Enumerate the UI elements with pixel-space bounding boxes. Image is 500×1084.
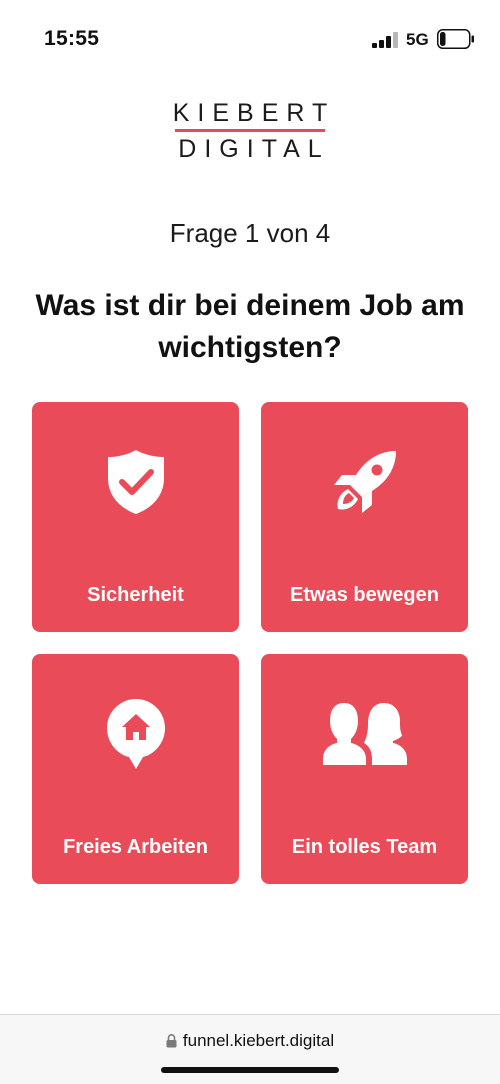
network-type: 5G bbox=[406, 30, 429, 49]
url-display[interactable]: funnel.kiebert.digital bbox=[0, 1031, 500, 1051]
logo-text-bottom: DIGITAL bbox=[178, 135, 330, 163]
lock-icon bbox=[166, 1034, 177, 1048]
option-label: Ein tolles Team bbox=[291, 836, 438, 858]
home-indicator[interactable] bbox=[161, 1067, 339, 1073]
kiebert-digital-logo: KIEBERT DIGITAL bbox=[0, 100, 500, 162]
shield-check-icon bbox=[32, 442, 239, 522]
option-card-freies-arbeiten[interactable]: Freies Arbeiten bbox=[32, 654, 239, 884]
answer-options-grid: Sicherheit Etwas bewegen Freies Arbeiten bbox=[32, 402, 468, 884]
signal-strength-icon bbox=[372, 32, 398, 48]
logo-text-top: KIEBERT bbox=[172, 99, 336, 127]
option-card-ein-tolles-team[interactable]: Ein tolles Team bbox=[261, 654, 468, 884]
option-label: Sicherheit bbox=[87, 584, 184, 606]
question-progress: Frage 1 von 4 bbox=[169, 218, 331, 248]
url-text: funnel.kiebert.digital bbox=[182, 1031, 335, 1050]
people-icon bbox=[261, 694, 468, 774]
browser-address-bar[interactable]: funnel.kiebert.digital bbox=[0, 1014, 500, 1084]
option-card-sicherheit[interactable]: Sicherheit bbox=[32, 402, 239, 632]
status-bar: 15:55 5G bbox=[0, 0, 500, 80]
logo-underline bbox=[175, 129, 325, 132]
battery-icon bbox=[437, 29, 474, 49]
option-label: Etwas bewegen bbox=[290, 584, 439, 606]
home-pin-icon bbox=[32, 694, 239, 774]
status-time: 15:55 bbox=[44, 27, 100, 50]
option-label: Freies Arbeiten bbox=[63, 836, 208, 858]
rocket-icon bbox=[261, 442, 468, 522]
question-title: Was ist dir bei deinem Job am wichtigste… bbox=[35, 289, 465, 364]
option-card-etwas-bewegen[interactable]: Etwas bewegen bbox=[261, 402, 468, 632]
